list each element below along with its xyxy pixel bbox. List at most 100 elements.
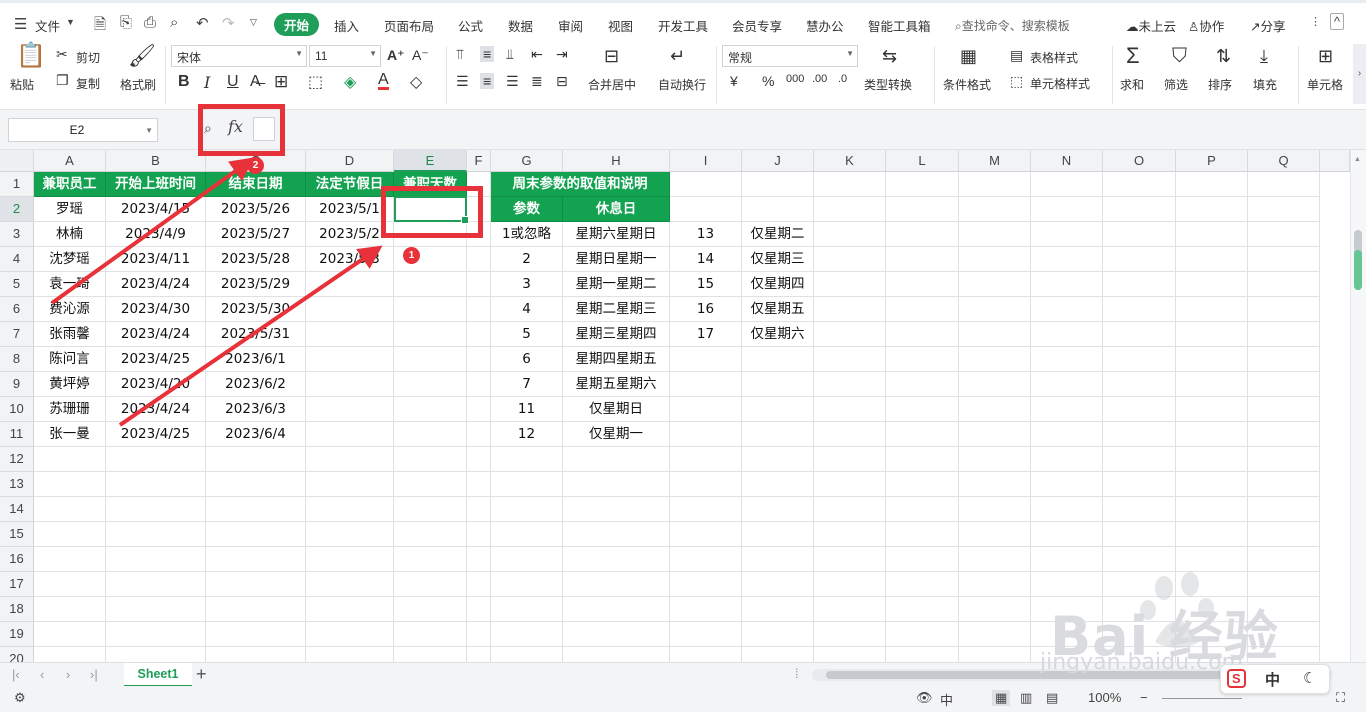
cell-empty[interactable] — [742, 622, 814, 647]
cell-empty[interactable] — [394, 372, 467, 397]
sum-button[interactable]: 求和 — [1120, 76, 1144, 93]
table-cell[interactable]: 2023/6/1 — [206, 347, 306, 372]
conditional-format-button[interactable]: 条件格式 — [943, 76, 991, 93]
column-header-g[interactable]: G — [491, 150, 563, 172]
column-header-h[interactable]: H — [563, 150, 670, 172]
cell-empty[interactable] — [742, 547, 814, 572]
cell-empty[interactable] — [394, 297, 467, 322]
cell-empty[interactable] — [467, 422, 491, 447]
header-cell[interactable]: 开始上班时间 — [106, 172, 206, 197]
cloud-status[interactable]: ☁未上云 — [1126, 16, 1176, 35]
cell-empty[interactable] — [467, 522, 491, 547]
cell-empty[interactable] — [106, 622, 206, 647]
column-header-n[interactable]: N — [1031, 150, 1103, 172]
cell-empty[interactable] — [814, 397, 886, 422]
cell-empty[interactable] — [742, 447, 814, 472]
cell-empty[interactable] — [742, 397, 814, 422]
quick-access-dropdown-icon[interactable]: ▽ — [250, 17, 257, 28]
add-sheet-icon[interactable]: + — [196, 664, 207, 685]
cell-empty[interactable] — [1176, 322, 1248, 347]
zoom-out-icon[interactable]: − — [1140, 690, 1148, 705]
cell-empty[interactable] — [34, 447, 106, 472]
cell-empty[interactable] — [394, 622, 467, 647]
cell-empty[interactable] — [742, 497, 814, 522]
cell-empty[interactable] — [467, 247, 491, 272]
weekend-desc-cell[interactable]: 星期五星期六 — [563, 372, 670, 397]
cell-empty[interactable] — [1176, 372, 1248, 397]
cell-empty[interactable] — [306, 372, 394, 397]
cell-empty[interactable] — [886, 172, 959, 197]
cell-empty[interactable] — [814, 247, 886, 272]
cell-empty[interactable] — [394, 497, 467, 522]
hamburger-icon[interactable]: ☰ — [14, 15, 27, 33]
ime-toolbar[interactable]: S 中 ☾ — [1220, 664, 1330, 694]
font-color-icon[interactable]: A — [378, 72, 389, 90]
clear-format-icon[interactable]: ◇ — [410, 72, 422, 92]
cell-empty[interactable] — [394, 422, 467, 447]
command-search[interactable]: ⌕查找命令、搜索模板 — [955, 17, 1070, 34]
cell-empty[interactable] — [467, 547, 491, 572]
table-cell[interactable]: 2023/4/11 — [106, 247, 206, 272]
cell-empty[interactable] — [1176, 522, 1248, 547]
cell-empty[interactable] — [1103, 422, 1176, 447]
cell-empty[interactable] — [1248, 247, 1320, 272]
row-header-11[interactable]: 11 — [0, 422, 34, 447]
underline-icon[interactable]: U — [227, 73, 239, 91]
row-header-6[interactable]: 6 — [0, 297, 34, 322]
cell-empty[interactable] — [1103, 547, 1176, 572]
sort-button[interactable]: 排序 — [1208, 76, 1232, 93]
first-sheet-icon[interactable]: |‹ — [12, 667, 20, 682]
cell-empty[interactable] — [1031, 522, 1103, 547]
row-header-12[interactable]: 12 — [0, 447, 34, 472]
cell-empty[interactable] — [467, 447, 491, 472]
tab-insert[interactable]: 插入 — [334, 16, 359, 35]
cell-empty[interactable] — [206, 447, 306, 472]
cell-empty[interactable] — [1248, 222, 1320, 247]
weekend-desc-cell[interactable]: 仅星期日 — [563, 397, 670, 422]
cell-empty[interactable] — [1031, 222, 1103, 247]
cell-empty[interactable] — [1176, 397, 1248, 422]
cell-empty[interactable] — [1103, 522, 1176, 547]
align-right-icon[interactable]: ☰ — [506, 73, 519, 90]
font-name-select[interactable]: 宋体 ▼ — [171, 45, 307, 67]
paste-icon[interactable]: 📋 — [16, 44, 46, 68]
cell-empty[interactable] — [959, 172, 1031, 197]
weekend-desc-cell[interactable]: 仅星期一 — [563, 422, 670, 447]
table-cell[interactable]: 黄坪婷 — [34, 372, 106, 397]
tab-review[interactable]: 审阅 — [558, 16, 583, 35]
cell-empty[interactable] — [1248, 447, 1320, 472]
weekend-param-cell[interactable]: 6 — [491, 347, 563, 372]
eye-protect-icon[interactable]: 👁 — [916, 690, 933, 706]
table-cell[interactable]: 费沁源 — [34, 297, 106, 322]
cell-empty[interactable] — [886, 472, 959, 497]
cell-empty[interactable] — [306, 297, 394, 322]
cell-empty[interactable] — [959, 297, 1031, 322]
cell-empty[interactable] — [1248, 472, 1320, 497]
cell-empty[interactable] — [106, 647, 206, 662]
cell-empty[interactable] — [1031, 547, 1103, 572]
table-style-icon[interactable]: ▤ — [1010, 47, 1023, 64]
filter-button[interactable]: 筛选 — [1164, 76, 1188, 93]
cell-empty[interactable] — [34, 472, 106, 497]
cell-empty[interactable] — [394, 397, 467, 422]
weekend-desc-cell[interactable]: 星期日星期一 — [563, 247, 670, 272]
decrease-font-icon[interactable]: A⁻ — [412, 47, 429, 64]
cell-empty[interactable] — [467, 647, 491, 662]
column-header-q[interactable]: Q — [1248, 150, 1320, 172]
borders-icon[interactable]: ⊞ — [274, 72, 288, 92]
cell-empty[interactable] — [959, 447, 1031, 472]
column-header-d[interactable]: D — [306, 150, 394, 172]
cell-empty[interactable] — [886, 447, 959, 472]
cell-empty[interactable] — [814, 272, 886, 297]
cell-empty[interactable] — [1103, 172, 1176, 197]
cell-empty[interactable] — [886, 422, 959, 447]
table-cell[interactable]: 2023/4/24 — [106, 397, 206, 422]
cell-empty[interactable] — [1248, 197, 1320, 222]
cell-empty[interactable] — [1176, 247, 1248, 272]
cell-empty[interactable] — [563, 447, 670, 472]
align-left-icon[interactable]: ☰ — [456, 73, 469, 90]
cell-empty[interactable] — [1031, 197, 1103, 222]
cell-empty[interactable] — [1103, 222, 1176, 247]
row-header-18[interactable]: 18 — [0, 597, 34, 622]
cell-empty[interactable] — [959, 522, 1031, 547]
